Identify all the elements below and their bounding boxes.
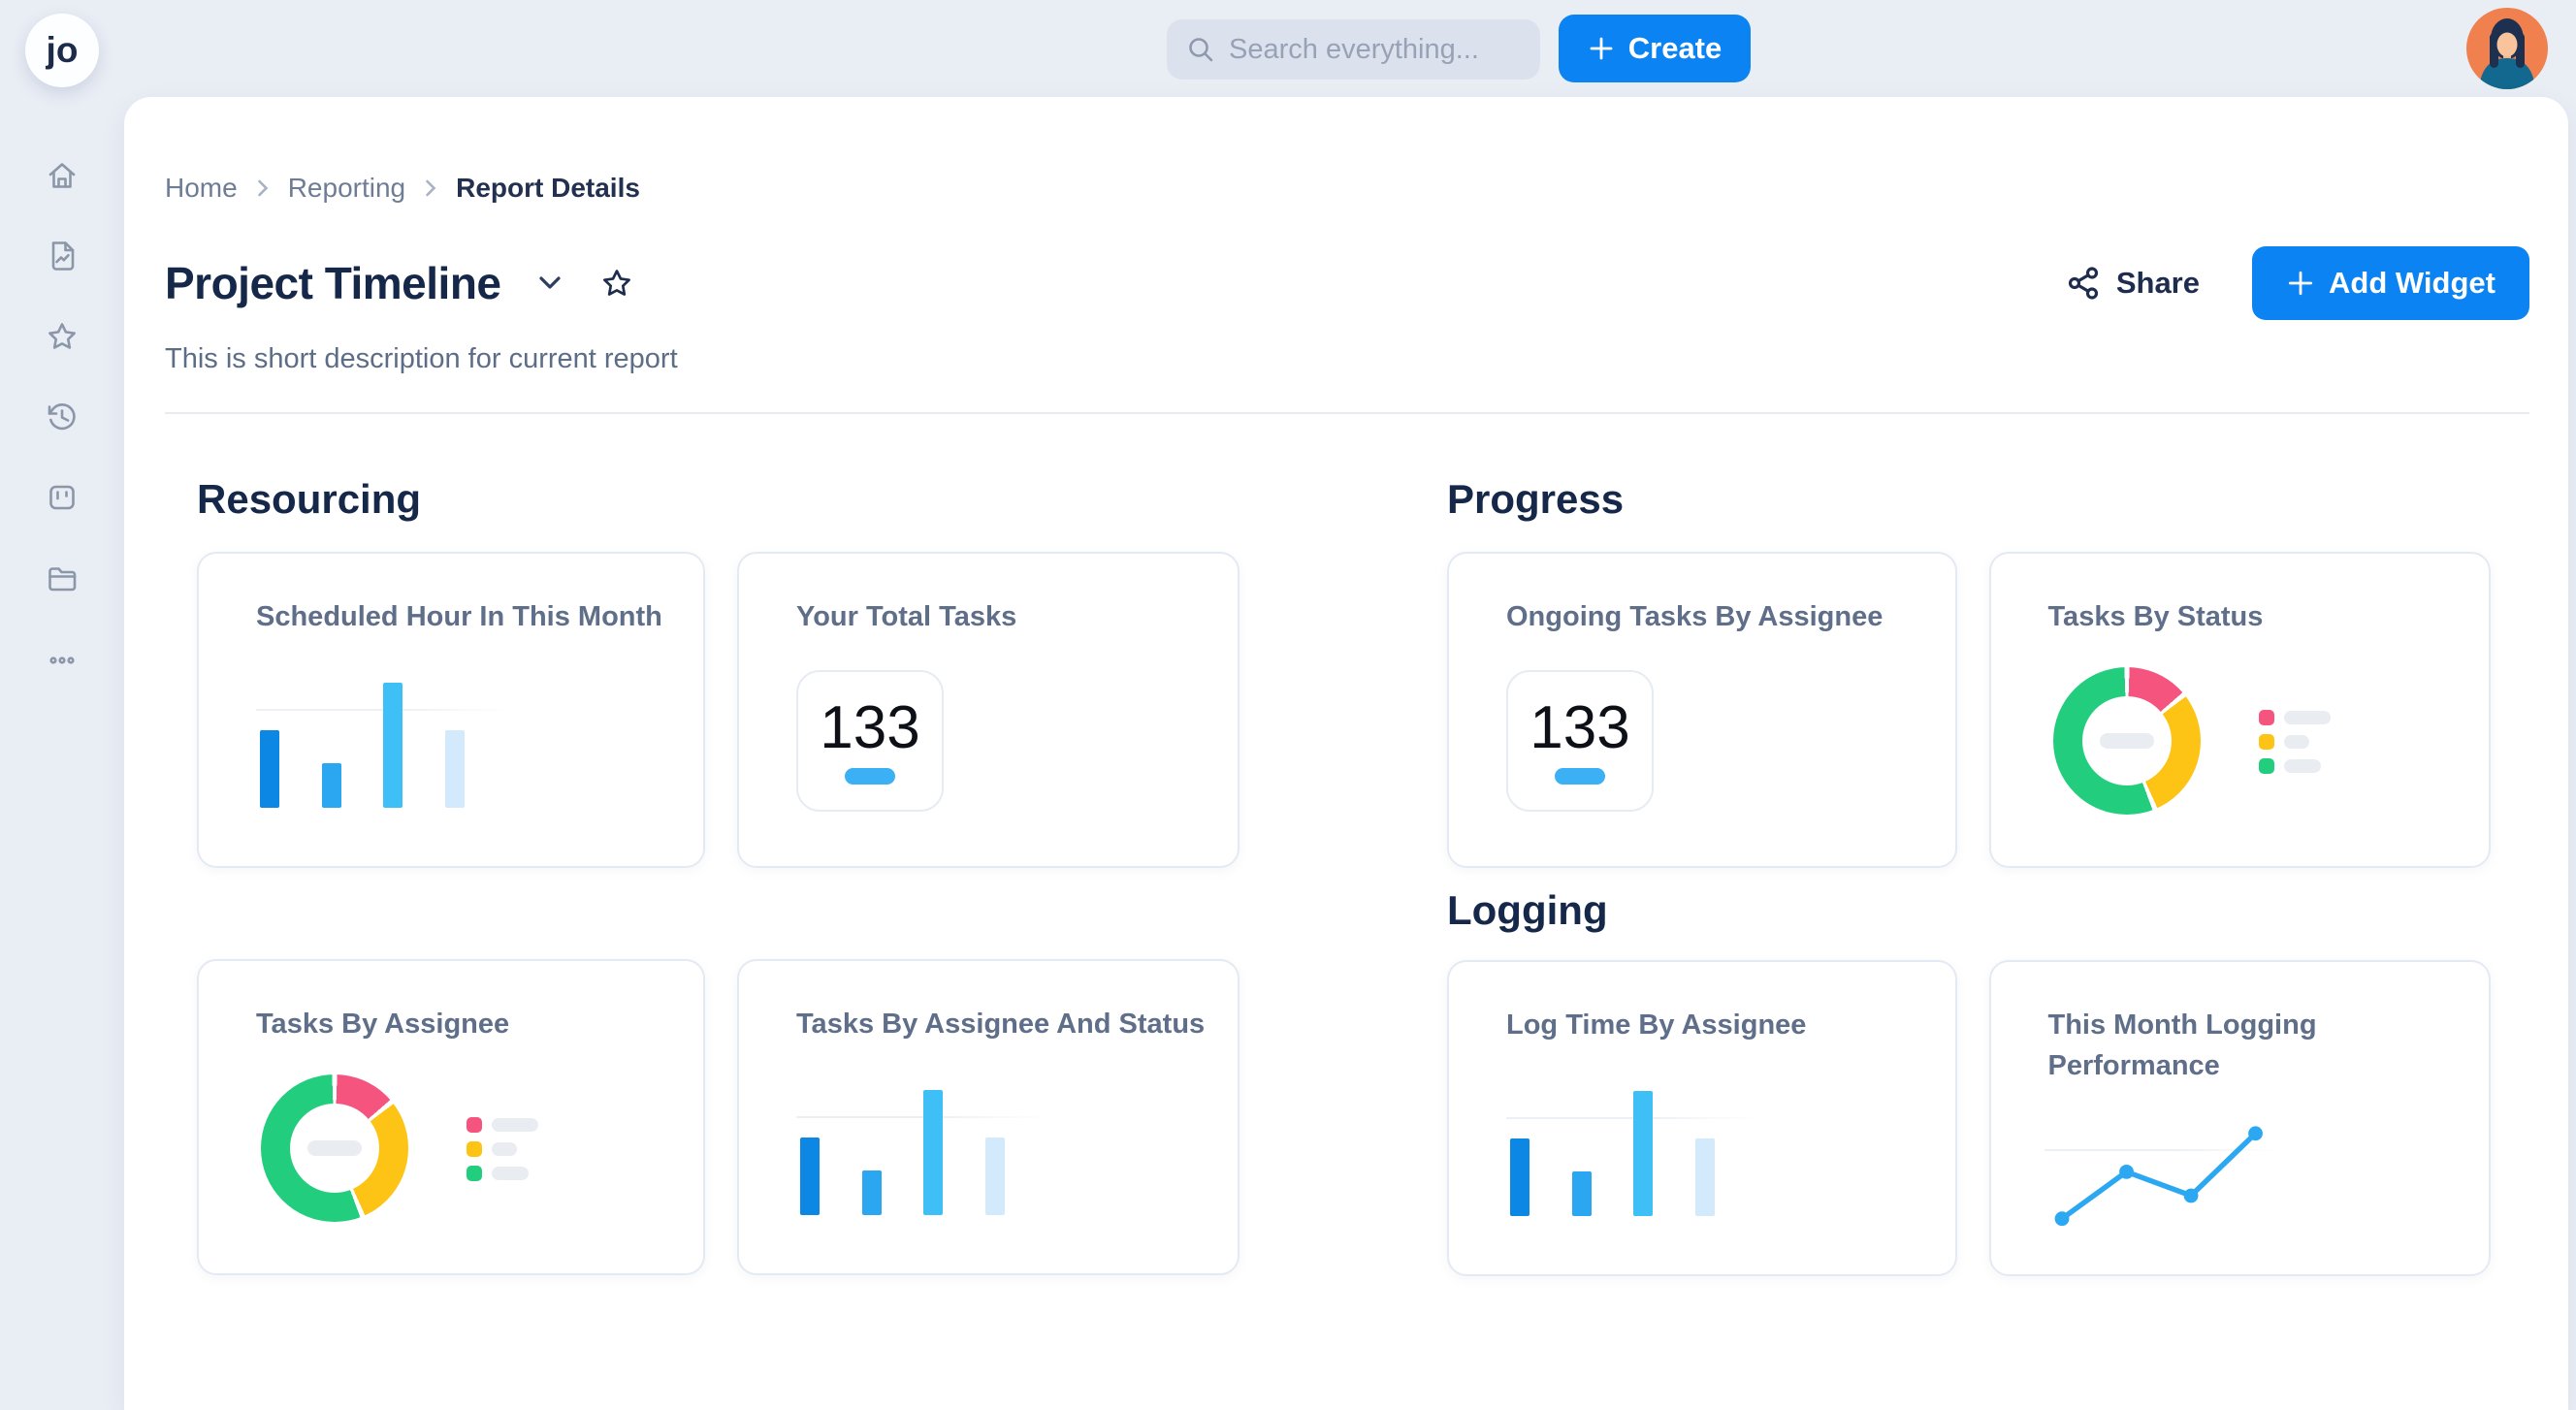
user-avatar[interactable] <box>2466 8 2548 89</box>
legend-swatch-green <box>2259 758 2274 774</box>
sidebar-item-more[interactable] <box>44 642 80 679</box>
value-accent-pill <box>1555 768 1605 785</box>
add-widget-button-label: Add Widget <box>2329 266 2496 301</box>
star-icon <box>44 342 80 359</box>
board-icon <box>44 503 80 520</box>
legend-swatch-red <box>467 1117 482 1133</box>
legend-swatch-green <box>467 1166 482 1181</box>
value-tile: 133 <box>796 670 944 812</box>
chart-legend <box>2259 710 2331 783</box>
donut-chart <box>261 1074 408 1222</box>
bar-chart <box>796 1011 1029 1215</box>
donut-center-placeholder <box>307 1140 362 1156</box>
value-number: 133 <box>820 698 919 758</box>
sidebar-item-board[interactable] <box>44 479 80 516</box>
widget-card-tasks-by-status[interactable]: Tasks By Status <box>1989 552 2492 868</box>
chevron-right-icon <box>257 178 269 198</box>
sidebar <box>0 97 124 1410</box>
legend-row <box>2259 710 2331 725</box>
legend-label-placeholder <box>2284 759 2321 773</box>
breadcrumb-report-details: Report Details <box>456 173 640 204</box>
sidebar-item-reports[interactable] <box>44 238 80 274</box>
widget-title: Your Total Tasks <box>796 596 1016 637</box>
widget-title: Ongoing Tasks By Assignee <box>1506 596 1883 637</box>
more-dots-icon <box>44 666 80 683</box>
bar-chart <box>1506 1012 1739 1216</box>
widget-card-tasks-by-assignee-and-status[interactable]: Tasks By Assignee And Status <box>737 959 1240 1275</box>
history-icon <box>44 423 80 439</box>
workspace-logo-text: jo <box>47 30 79 71</box>
workspace-logo[interactable]: jo <box>25 14 99 87</box>
legend-swatch-yellow <box>2259 734 2274 750</box>
legend-row <box>2259 758 2331 774</box>
value-tile: 133 <box>1506 670 1654 812</box>
widget-title: Tasks By Assignee <box>256 1004 509 1044</box>
column-progress-logging: Progress Ongoing Tasks By Assignee 133 T… <box>1447 414 2491 1276</box>
legend-label-placeholder <box>2284 711 2331 724</box>
legend-label-placeholder <box>2284 735 2309 749</box>
sidebar-item-home[interactable] <box>44 157 80 194</box>
chevron-right-icon <box>425 178 436 198</box>
folder-icon <box>44 584 80 600</box>
chart-legend <box>467 1117 538 1190</box>
share-button-label: Share <box>2116 266 2200 301</box>
donut-chart <box>2053 667 2201 815</box>
legend-label-placeholder <box>492 1142 517 1156</box>
widget-card-logging-performance[interactable]: This Month Logging Performance <box>1989 960 2492 1276</box>
sidebar-item-favorites[interactable] <box>44 318 80 355</box>
search-input[interactable] <box>1229 34 1594 66</box>
page-title: Project Timeline <box>165 257 501 309</box>
section-heading-progress: Progress <box>1447 476 2491 523</box>
line-chart <box>1991 962 2490 1274</box>
column-resourcing: Resourcing Scheduled Hour In This Month … <box>197 414 1240 1276</box>
search-bar[interactable] <box>1167 19 1540 80</box>
share-button[interactable]: Share <box>2066 266 2200 301</box>
main-panel: Home Reporting Report Details Project Ti… <box>124 97 2568 1410</box>
bar-chart <box>256 604 489 808</box>
title-dropdown-chevron-icon[interactable] <box>538 275 562 291</box>
donut-center-placeholder <box>2100 733 2154 749</box>
value-number: 133 <box>1530 698 1629 758</box>
report-description: This is short description for current re… <box>165 343 2529 375</box>
widget-card-scheduled-hours[interactable]: Scheduled Hour In This Month <box>197 552 705 868</box>
value-accent-pill <box>845 768 895 785</box>
legend-swatch-yellow <box>467 1141 482 1157</box>
create-button-label: Create <box>1628 31 1723 66</box>
widget-title: Tasks By Status <box>2048 596 2264 637</box>
legend-swatch-red <box>2259 710 2274 725</box>
breadcrumb: Home Reporting Report Details <box>165 173 2529 204</box>
sidebar-item-history[interactable] <box>44 399 80 435</box>
legend-row <box>467 1166 538 1181</box>
favorite-star-icon[interactable] <box>598 265 635 302</box>
legend-row <box>467 1117 538 1133</box>
share-icon <box>2066 266 2101 301</box>
widget-card-log-time[interactable]: Log Time By Assignee <box>1447 960 1957 1276</box>
home-icon <box>44 181 80 198</box>
widget-card-total-tasks[interactable]: Your Total Tasks 133 <box>737 552 1240 868</box>
section-heading-resourcing: Resourcing <box>197 476 1240 523</box>
sidebar-item-projects[interactable] <box>44 560 80 596</box>
widget-card-ongoing-tasks[interactable]: Ongoing Tasks By Assignee 133 <box>1447 552 1957 868</box>
plus-icon <box>1588 35 1615 62</box>
report-file-icon <box>44 262 80 278</box>
plus-icon <box>2286 269 2315 298</box>
legend-label-placeholder <box>492 1167 529 1180</box>
widget-card-tasks-by-assignee[interactable]: Tasks By Assignee <box>197 959 705 1275</box>
legend-row <box>2259 734 2331 750</box>
breadcrumb-home[interactable]: Home <box>165 173 238 204</box>
breadcrumb-reporting[interactable]: Reporting <box>288 173 405 204</box>
create-button[interactable]: Create <box>1559 15 1751 82</box>
legend-label-placeholder <box>492 1118 538 1132</box>
search-icon <box>1186 35 1215 64</box>
section-heading-logging: Logging <box>1447 887 2491 934</box>
legend-row <box>467 1141 538 1157</box>
add-widget-button[interactable]: Add Widget <box>2252 246 2529 320</box>
